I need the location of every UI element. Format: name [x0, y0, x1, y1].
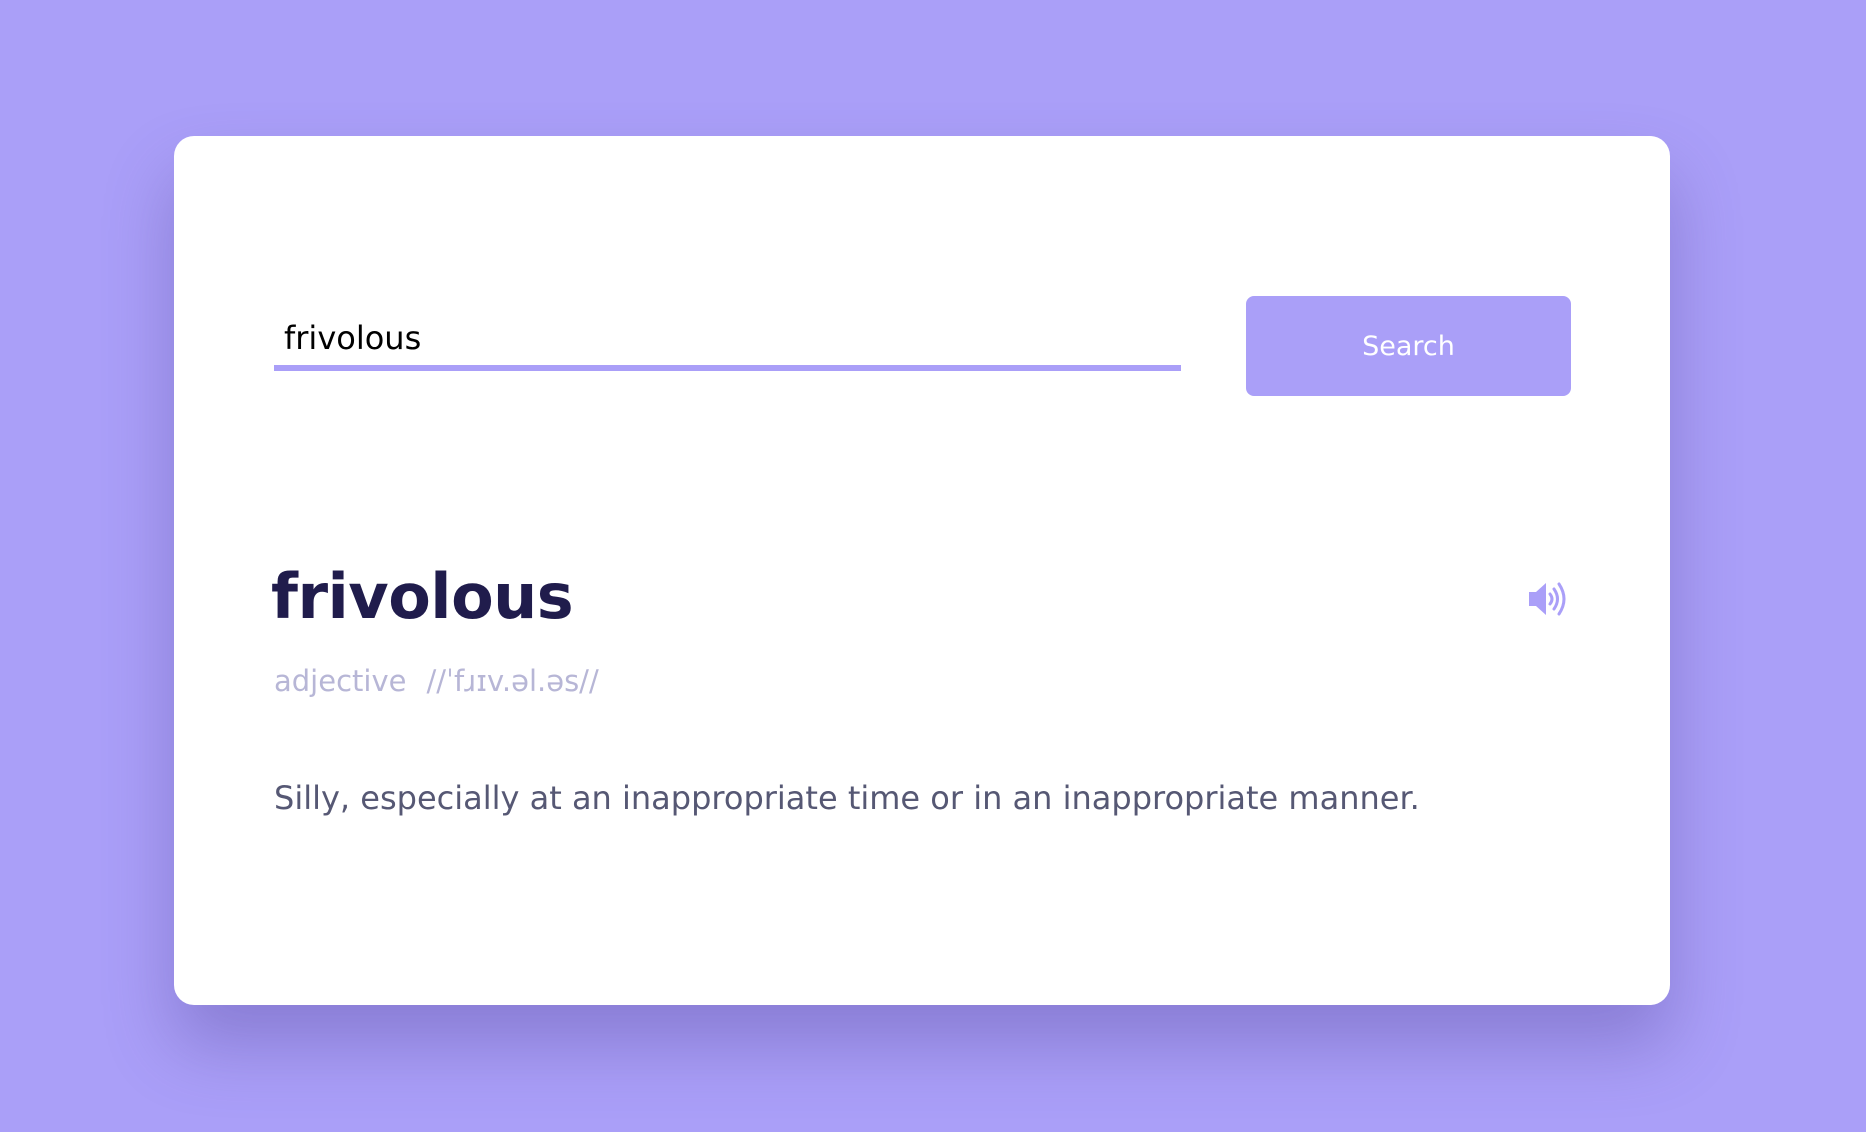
search-input[interactable] — [274, 311, 1181, 371]
part-of-speech: adjective — [274, 664, 407, 698]
play-pronunciation-button[interactable] — [1526, 579, 1574, 619]
dictionary-card: Search frivolous adjective //ˈfɹɪv.əl.əs/… — [174, 136, 1670, 1005]
speaker-icon — [1529, 582, 1566, 616]
phonetic: //ˈfɹɪv.əl.əs// — [426, 664, 599, 698]
word-title: frivolous — [271, 560, 574, 633]
definition-text: Silly, especially at an inappropriate ti… — [274, 779, 1420, 817]
word-meta: adjective //ˈfɹɪv.əl.əs// — [274, 656, 599, 706]
search-button[interactable]: Search — [1246, 296, 1571, 396]
